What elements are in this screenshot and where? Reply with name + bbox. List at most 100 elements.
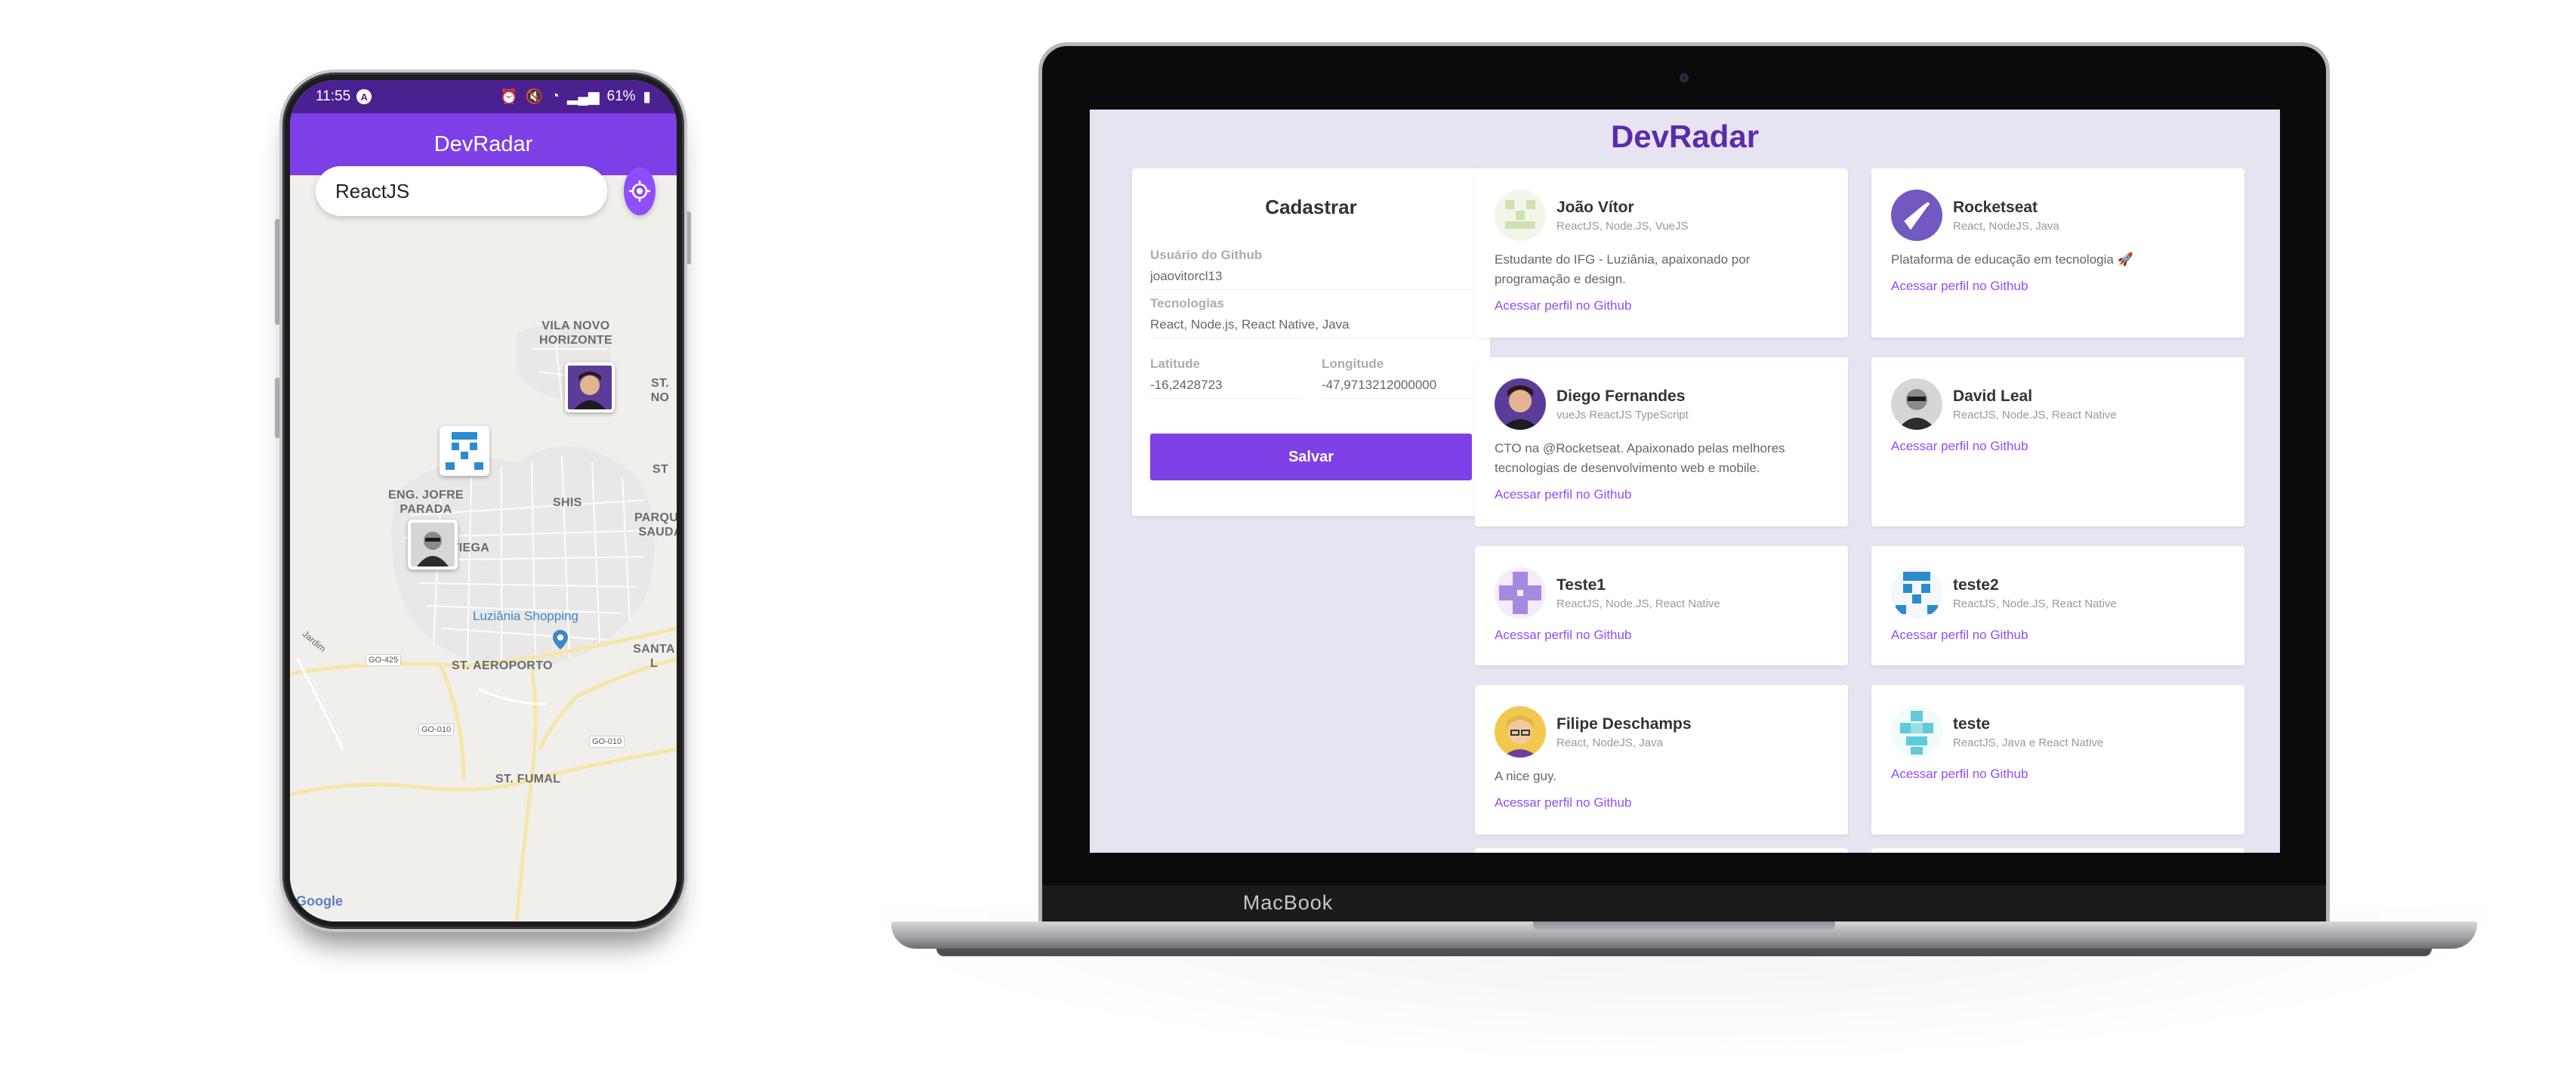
map-label-shis: SHIS: [553, 496, 582, 509]
github-profile-link[interactable]: Acessar perfil no Github: [1495, 628, 1828, 643]
dev-card: David Leal ReactJS, Node.JS, React Nativ…: [1871, 357, 2244, 526]
github-profile-link[interactable]: Acessar perfil no Github: [1891, 628, 2225, 643]
dev-name: David Leal: [1953, 387, 2033, 405]
search-techs-input[interactable]: [316, 166, 607, 216]
dev-techs: ReactJS, Node.JS, React Native: [1953, 408, 2117, 421]
dev-card-partial: [1871, 848, 2244, 853]
github-profile-link[interactable]: Acessar perfil no Github: [1891, 439, 2225, 454]
signal-icon: ▂▄▆: [566, 88, 600, 105]
dev-card: Teste1 ReactJS, Node.JS, React Native Ac…: [1475, 546, 1848, 665]
avatar: [1891, 190, 1942, 241]
longitude-label: Longitude: [1322, 357, 1384, 371]
longitude-input[interactable]: [1322, 372, 1472, 399]
dev-bio: A nice guy.: [1495, 769, 1556, 783]
map-label-st-fumal: ST. FUMAL: [495, 773, 561, 786]
map-label-st-aeroporto: ST. AEROPORTO: [452, 659, 553, 672]
dev-techs: vueJs ReactJS TypeScript: [1556, 408, 1689, 421]
status-bar: 11:55 A ⏰ 🔇 ◔ ▂▄▆ 61% ▮: [290, 80, 677, 113]
dev-techs: React, NodeJS, Java: [1556, 736, 1663, 749]
dev-techs: ReactJS, Java e React Native: [1953, 736, 2104, 749]
battery-icon: ▮: [643, 88, 651, 105]
dev-card: teste2 ReactJS, Node.JS, React Native Ac…: [1871, 546, 2244, 665]
app-title: DevRadar: [433, 131, 533, 156]
status-app-icon: A: [356, 89, 372, 104]
map-pin-icon[interactable]: [553, 630, 568, 650]
map-label-horizonte: HORIZONTE: [539, 334, 612, 347]
dev-bio: Estudante do IFG - Luziânia, apaixonado …: [1495, 252, 1751, 286]
mute-icon: 🔇: [525, 89, 544, 105]
dev-techs: React, NodeJS, Java: [1953, 219, 2059, 233]
avatar: [1891, 706, 1942, 758]
laptop-notch: [1533, 921, 1835, 932]
dev-name: João Vítor: [1556, 198, 1634, 216]
github-profile-link[interactable]: Acessar perfil no Github: [1495, 298, 1828, 313]
map-label-st-cut: ST: [652, 463, 669, 476]
avatar: [1495, 378, 1546, 430]
macbook-brand: MacBook: [1242, 891, 1334, 914]
map-marker-diego[interactable]: [565, 363, 615, 412]
dev-bio: Plataforma de educação em tecnologia 🚀: [1891, 252, 2133, 267]
my-location-icon: [629, 181, 650, 202]
map-marker-david[interactable]: [408, 520, 458, 570]
stage: VILA NOVO HORIZONTE ST. NO ENG. JOFRE PA…: [0, 0, 2576, 1065]
wifi-icon: ◔: [551, 88, 560, 104]
dev-name: teste2: [1953, 576, 1999, 594]
poi-luziania-shopping[interactable]: Luziânia Shopping: [473, 609, 578, 624]
techs-input[interactable]: [1150, 311, 1472, 338]
dev-name: Rocketseat: [1953, 198, 2038, 216]
dev-card: Filipe Deschamps React, NodeJS, Java A n…: [1475, 685, 1848, 835]
dev-name: Diego Fernandes: [1556, 387, 1686, 405]
dev-techs: ReactJS, Node.JS, React Native: [1556, 597, 1720, 610]
dev-techs: ReactJS, Node.JS, React Native: [1953, 597, 2117, 610]
road-label-go010-b: GO-010: [589, 736, 625, 748]
phone-screen: VILA NOVO HORIZONTE ST. NO ENG. JOFRE PA…: [290, 80, 677, 921]
techs-label: Tecnologias: [1150, 296, 1224, 310]
latitude-input[interactable]: [1150, 372, 1300, 399]
latitude-label: Latitude: [1150, 357, 1201, 371]
map-label-santa: SANTA L: [633, 643, 675, 670]
dev-card: Rocketseat React, NodeJS, Java Plataform…: [1871, 168, 2244, 338]
map-label-parada: PARADA: [400, 503, 452, 516]
dev-name: Teste1: [1556, 576, 1606, 594]
camera-icon: [1680, 73, 1689, 82]
web-app: DevRadar Cadastrar Usuário do Github Tec…: [1090, 110, 2280, 853]
dev-card-partial: [1475, 848, 1848, 853]
register-form: Cadastrar Usuário do Github Tecnologias …: [1132, 168, 1490, 516]
page-title: DevRadar: [1610, 119, 1760, 154]
phone-device: VILA NOVO HORIZONTE ST. NO ENG. JOFRE PA…: [279, 69, 687, 932]
map-label-eng-jofre: ENG. JOFRE: [388, 489, 464, 502]
dev-techs: ReactJS, Node.JS, VueJS: [1556, 219, 1689, 233]
github-profile-link[interactable]: Acessar perfil no Github: [1891, 279, 2225, 294]
avatar: [1495, 190, 1546, 241]
dev-bio: CTO na @Rocketseat. Apaixonado pelas mel…: [1495, 441, 1785, 475]
dev-name: teste: [1953, 715, 1991, 733]
github-profile-link[interactable]: Acessar perfil no Github: [1891, 767, 2225, 782]
github-profile-link[interactable]: Acessar perfil no Github: [1495, 487, 1828, 502]
avatar: [1891, 567, 1942, 619]
dev-card: teste ReactJS, Java e React Native Acess…: [1871, 685, 2244, 835]
dev-card: Diego Fernandes vueJs ReactJS TypeScript…: [1475, 357, 1848, 526]
laptop-base-edge: [936, 949, 2432, 956]
github-username-input[interactable]: [1150, 263, 1472, 290]
road-label-go425: GO-425: [366, 654, 402, 666]
map-marker-teste2[interactable]: [440, 426, 489, 476]
map-label-st-no: ST. NO: [650, 377, 670, 404]
map-label-parque: PARQUE: [634, 511, 677, 524]
github-username-label: Usuário do Github: [1150, 248, 1263, 262]
save-button[interactable]: Salvar: [1150, 434, 1472, 480]
road-label-go010-a: GO-010: [418, 724, 455, 736]
alarm-icon: ⏰: [499, 89, 518, 105]
map-label-saudade: SAUDA: [638, 526, 677, 539]
load-devs-button[interactable]: [624, 167, 656, 215]
battery-percent: 61%: [606, 88, 636, 104]
avatar: [1495, 706, 1546, 758]
map-label-vila-novo: VILA NOVO: [541, 320, 610, 332]
dev-name: Filipe Deschamps: [1556, 715, 1692, 733]
map-view[interactable]: VILA NOVO HORIZONTE ST. NO ENG. JOFRE PA…: [290, 175, 677, 921]
dev-card: João Vítor ReactJS, Node.JS, VueJS Estud…: [1475, 168, 1848, 338]
github-profile-link[interactable]: Acessar perfil no Github: [1495, 795, 1828, 810]
status-time: 11:55: [316, 88, 351, 104]
avatar: [1495, 567, 1546, 619]
avatar: [1891, 378, 1942, 430]
form-title: Cadastrar: [1265, 196, 1357, 218]
